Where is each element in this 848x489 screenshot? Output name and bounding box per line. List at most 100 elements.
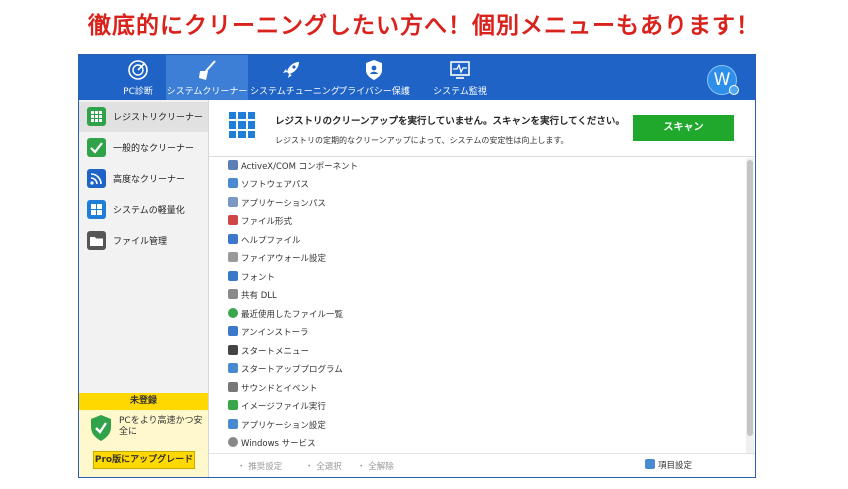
rocket-icon — [283, 62, 299, 78]
folder-icon — [87, 231, 106, 250]
image-exec-icon — [228, 400, 238, 410]
list-item-label: ActiveX/COM コンポーネント — [241, 162, 359, 172]
list-item-label: Windows サービス — [241, 439, 316, 449]
list-item[interactable]: 最近使用したファイル一覧 — [228, 308, 343, 324]
list-item[interactable]: Windows サービス — [228, 437, 316, 453]
nav-item-privacy-protection[interactable]: プライバシー保護 — [335, 55, 413, 100]
sidebar-item-label: システムの軽量化 — [113, 206, 185, 216]
sidebar-item-label: レジストリクリーナー — [113, 113, 204, 123]
startup-icon — [228, 363, 238, 373]
wifi-signal-icon — [87, 169, 106, 188]
header-title: レジストリのクリーンアップを実行していません。スキャンを実行してください。 — [275, 116, 625, 127]
nav-label: プライバシー保護 — [338, 87, 410, 97]
sidebar-item-registry-cleaner[interactable]: レジストリクリーナー — [79, 102, 208, 132]
promo-text: PCをより高速かつ安全に — [119, 416, 203, 437]
top-nav-bar: PC診断 システムクリーナー システムチューニング プライバシー保護 システム監… — [79, 55, 755, 100]
list-item[interactable]: フォント — [228, 271, 275, 287]
list-item-label: フォント — [241, 273, 276, 283]
nav-label: システムチューニング — [250, 87, 340, 97]
list-item-label: スタートメニュー — [241, 347, 310, 357]
list-item-label: アプリケーション設定 — [241, 421, 326, 431]
nav-item-system-monitor[interactable]: システム監視 — [421, 55, 499, 100]
list-item-label: ファイル形式 — [241, 217, 293, 227]
nav-label: システム監視 — [433, 87, 487, 97]
list-item[interactable]: サウンドとイベント — [228, 382, 318, 398]
list-item[interactable]: イメージファイル実行 — [228, 400, 326, 416]
sidebar-item-label: 一般的なクリーナー — [113, 144, 195, 154]
windows-icon — [87, 200, 106, 219]
list-item-label: スタートアッププログラム — [241, 365, 343, 375]
monitor-icon — [450, 61, 470, 79]
list-item-label: サウンドとイベント — [241, 384, 318, 394]
sidebar: レジストリクリーナー 一般的なクリーナー 高度なクリーナー システムの軽量化 フ… — [79, 100, 209, 477]
list-item[interactable]: アプリケーションパス — [228, 197, 326, 213]
registration-status: 未登録 — [79, 393, 208, 410]
list-item[interactable]: ActiveX/COM コンポーネント — [228, 160, 358, 176]
sidebar-item-general-cleaner[interactable]: 一般的なクリーナー — [79, 133, 208, 163]
dll-icon — [228, 289, 238, 299]
list-item[interactable]: アンインストーラ — [228, 326, 309, 342]
sidebar-item-file-management[interactable]: ファイル管理 — [79, 226, 208, 256]
scan-button[interactable]: スキャン — [633, 115, 734, 141]
list-item-label: ソフトウェアパス — [241, 180, 309, 190]
list-item-label: ファイアウォール設定 — [241, 254, 327, 264]
app-path-icon — [228, 197, 238, 207]
start-menu-icon — [228, 345, 238, 355]
list-scrollbar[interactable] — [746, 158, 754, 453]
activex-icon — [228, 160, 238, 170]
sidebar-item-label: 高度なクリーナー — [113, 175, 186, 185]
firewall-icon — [228, 252, 238, 262]
registry-grid-icon — [87, 107, 106, 126]
list-item[interactable]: アプリケーション設定 — [228, 419, 326, 435]
select-all-link[interactable]: ・ 全選択 — [305, 460, 342, 472]
sidebar-item-advanced-cleaner[interactable]: 高度なクリーナー — [79, 164, 208, 194]
sidebar-item-label: ファイル管理 — [113, 237, 168, 247]
list-item-label: アンインストーラ — [241, 328, 309, 338]
shield-icon — [366, 60, 382, 80]
app-settings-icon — [228, 419, 238, 429]
list-item-label: 共有 DLL — [241, 291, 277, 301]
recent-files-icon — [228, 308, 238, 318]
shield-check-icon — [91, 415, 111, 441]
broom-check-icon — [87, 138, 106, 157]
scan-header: レジストリのクリーンアップを実行していません。スキャンを実行してください。 レジ… — [209, 100, 755, 157]
sidebar-item-system-lightweight[interactable]: システムの軽量化 — [79, 195, 208, 225]
scrollbar-thumb[interactable] — [747, 160, 753, 436]
recommended-settings-link[interactable]: ・ 推奨設定 — [237, 460, 282, 472]
help-file-icon — [228, 234, 238, 244]
list-item[interactable]: 共有 DLL — [228, 289, 277, 305]
windows-service-icon — [228, 437, 238, 447]
uninstaller-icon — [228, 326, 238, 336]
list-item-label: イメージファイル実行 — [241, 402, 326, 412]
registry-item-list: ActiveX/COM コンポーネント ソフトウェアパス アプリケーションパス … — [209, 158, 755, 453]
font-icon — [228, 271, 238, 281]
footer-link-label: 推奨設定 — [248, 462, 283, 472]
registry-logo-icon — [229, 112, 255, 138]
header-subtitle: レジストリの定期的なクリーンアップによって、システムの安定性は向上します。 — [275, 136, 569, 145]
upgrade-button[interactable]: Pro版にアップグレード — [93, 451, 195, 469]
list-footer: ・ 推奨設定 ・ 全選択 ・ 全解除 項目設定 — [209, 453, 755, 477]
item-settings-link[interactable]: 項目設定 — [645, 459, 692, 471]
radar-icon — [128, 60, 148, 80]
main-panel: レジストリのクリーンアップを実行していません。スキャンを実行してください。 レジ… — [209, 100, 755, 477]
list-item-label: 最近使用したファイル一覧 — [241, 310, 344, 320]
list-item-label: ヘルプファイル — [241, 236, 301, 246]
list-item[interactable]: ソフトウェアパス — [228, 178, 309, 194]
list-item[interactable]: ファイアウォール設定 — [228, 252, 326, 268]
list-item[interactable]: ヘルプファイル — [228, 234, 301, 250]
settings-doc-icon — [645, 459, 655, 469]
nav-item-system-tuning[interactable]: システムチューニング — [250, 55, 340, 100]
file-type-icon — [228, 215, 238, 225]
promo-banner-text: 徹底的にクリーニングしたい方へ！個別メニューもあります！ — [88, 13, 760, 39]
promo-panel: PCをより高速かつ安全に Pro版にアップグレード — [79, 410, 208, 477]
list-item[interactable]: ファイル形式 — [228, 215, 292, 231]
nav-label: システムクリーナー — [166, 87, 248, 97]
deselect-all-link[interactable]: ・ 全解除 — [357, 460, 394, 472]
sound-icon — [228, 382, 238, 392]
nav-item-system-cleaner[interactable]: システムクリーナー — [166, 55, 248, 100]
item-settings-label: 項目設定 — [658, 461, 693, 471]
list-item[interactable]: スタートアッププログラム — [228, 363, 343, 379]
list-item[interactable]: スタートメニュー — [228, 345, 309, 361]
app-window: PC診断 システムクリーナー システムチューニング プライバシー保護 システム監… — [78, 54, 756, 478]
footer-link-label: 全選択 — [316, 462, 342, 472]
